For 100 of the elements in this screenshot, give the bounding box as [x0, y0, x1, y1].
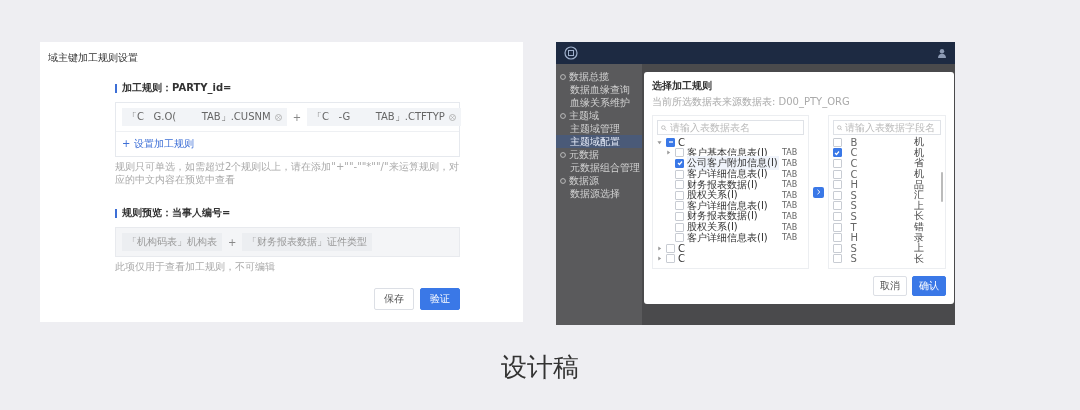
table-tag: TAB [782, 222, 798, 232]
tree-node-label: C [678, 242, 685, 254]
add-rule-link[interactable]: + 设置加工规则 [116, 132, 200, 156]
circle-icon [560, 151, 566, 158]
checkbox[interactable] [666, 254, 675, 264]
checkbox[interactable] [832, 190, 842, 200]
field-code: S [849, 242, 858, 254]
checkbox[interactable] [675, 190, 684, 200]
operator-text: + [228, 236, 237, 248]
tree-node-label: C [678, 253, 685, 265]
checkbox[interactable] [832, 211, 842, 221]
caret-icon[interactable] [666, 150, 671, 156]
checkbox[interactable] [832, 222, 842, 232]
sidebar-section[interactable]: 主题域 [556, 109, 642, 122]
sidebar-item[interactable]: 元数据组合管理 [556, 161, 642, 174]
sidebar-section[interactable]: 数据总揽 [556, 70, 642, 83]
checkbox[interactable] [832, 201, 842, 211]
confirm-button[interactable]: 确认 [912, 276, 946, 297]
tag-text: 「C G.O( TAB」.CUSNM [127, 110, 271, 124]
field-code: S [849, 200, 858, 212]
check-icon [676, 160, 683, 167]
save-button[interactable]: 保存 [374, 287, 414, 310]
sidebar-item[interactable]: 主题域配置 [556, 135, 642, 148]
checkbox[interactable] [832, 137, 842, 147]
checkbox[interactable] [675, 211, 684, 221]
table-tag: TAB [782, 201, 798, 211]
field-name: 长 [913, 252, 924, 266]
transfer-button[interactable] [812, 186, 824, 198]
checkbox[interactable] [675, 180, 684, 190]
table-tag: TAB [782, 233, 798, 243]
field-name: 长 [913, 210, 924, 222]
checkbox[interactable] [675, 201, 684, 211]
checkbox[interactable] [666, 137, 675, 147]
check-icon [834, 149, 841, 156]
field-code: T [849, 221, 858, 233]
field-code: C [849, 147, 859, 159]
dialog-subtitle: 当前所选数据表来源数据表: D00_PTY_ORG [652, 95, 851, 109]
table-name: 客户详细信息表(I) [687, 231, 769, 245]
checkbox[interactable] [832, 180, 842, 190]
checkbox[interactable] [675, 233, 684, 243]
field-name: 汇 [913, 189, 924, 201]
table-name: 股权关系(I) [687, 220, 738, 233]
operator-text: + [292, 111, 301, 123]
checkbox[interactable] [675, 222, 684, 232]
cancel-button[interactable]: 取消 [873, 276, 907, 297]
preview-term: 「机构码表」机构表 [122, 233, 222, 251]
checkbox[interactable] [675, 169, 684, 179]
field-name: 错 [913, 220, 924, 233]
checkbox[interactable] [832, 159, 842, 168]
logo-icon [564, 46, 578, 60]
tag-text: 「C -G TAB」.CTFTYP [312, 110, 445, 124]
caret-icon[interactable] [657, 256, 662, 262]
slide-caption: 设计稿 [501, 351, 579, 383]
checkbox[interactable] [832, 148, 842, 158]
sidebar-item[interactable]: 数据源选择 [556, 187, 642, 200]
checkbox[interactable] [666, 243, 675, 253]
preview-term: 「财务报表数据」证件类型 [242, 233, 373, 251]
table-tag: TAB [782, 148, 798, 158]
page-title: 域主键加工规则设置 [48, 51, 139, 65]
checkbox[interactable] [832, 243, 842, 253]
field-name: 品 [913, 178, 924, 190]
checkbox[interactable] [675, 148, 684, 158]
rule-tag[interactable]: 「C -G TAB」.CTFTYP [307, 108, 461, 126]
dialog-title: 选择加工规则 [652, 79, 713, 93]
search-field[interactable]: 请输入表数据表名 [657, 120, 804, 135]
checkbox[interactable] [832, 254, 842, 264]
search-icon [661, 124, 667, 131]
sidebar-item[interactable]: 数据血缘查询 [556, 83, 642, 96]
section-heading: 加工规则：PARTY_id= [122, 81, 232, 95]
field-name: 省 [913, 157, 924, 169]
rule-tag[interactable]: 「C G.O( TAB」.CUSNM [122, 108, 287, 126]
accent-bar [115, 208, 117, 218]
field-code: S [849, 189, 858, 201]
circle-icon [560, 177, 566, 184]
search-icon [836, 124, 843, 131]
checkbox[interactable] [675, 159, 684, 168]
search-field[interactable]: 请输入表数据字段名 [832, 120, 941, 135]
field-code: S [849, 210, 858, 222]
hint-text: 规则只可单选，如需超过2个规则以上，请在添加"+""-""*""/"来运算规则，对应的中文内容在预览中查看 [115, 161, 460, 186]
sidebar-section[interactable]: 元数据 [556, 148, 642, 161]
circle-icon [560, 73, 566, 80]
field-name: 上 [913, 199, 924, 211]
checkbox[interactable] [832, 169, 842, 179]
caret-icon[interactable] [657, 245, 662, 251]
field-name: 机 [913, 146, 924, 159]
caret-icon[interactable] [657, 139, 662, 145]
section-heading: 规则预览：当事人编号= [122, 206, 231, 220]
checkbox[interactable] [832, 233, 842, 243]
chevron-right-icon [815, 189, 821, 196]
field-code: B [849, 136, 859, 148]
verify-button[interactable]: 验证 [420, 287, 460, 310]
sidebar-item[interactable]: 主题域管理 [556, 122, 642, 135]
circle-icon [560, 112, 566, 119]
table-tag: TAB [782, 159, 798, 168]
sidebar-item[interactable]: 血缘关系维护 [556, 96, 642, 109]
table-tag: TAB [782, 211, 798, 221]
scrollbar [941, 172, 943, 202]
field-code: S [849, 253, 858, 265]
dash-icon [667, 139, 674, 146]
sidebar-section[interactable]: 数据源 [556, 174, 642, 187]
